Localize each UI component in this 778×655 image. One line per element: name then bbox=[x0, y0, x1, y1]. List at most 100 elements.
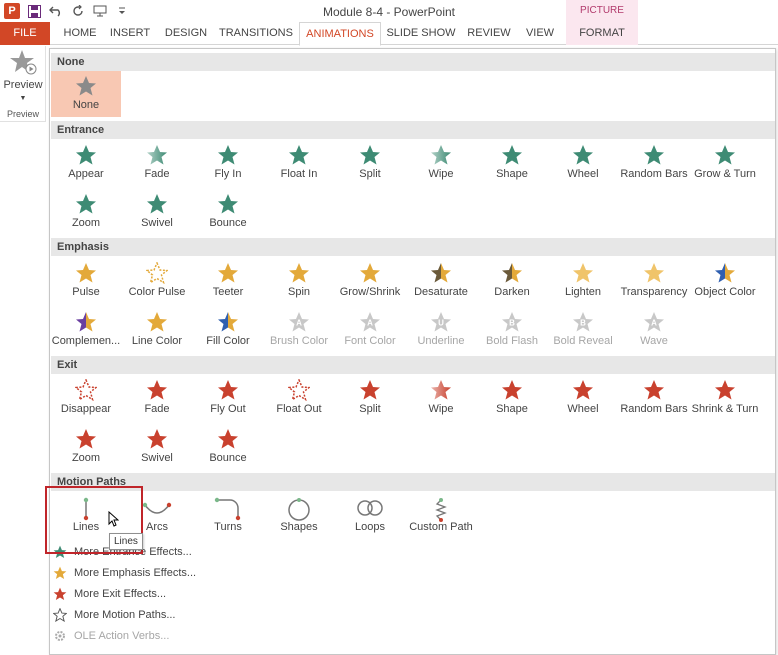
exit-effect-fly-out[interactable]: Fly Out bbox=[193, 375, 263, 421]
animation-gallery: None Entrance Emphasis Exit Motion Paths… bbox=[49, 48, 776, 655]
exit-effect-shrink-turn[interactable]: Shrink & Turn bbox=[690, 375, 760, 421]
effect-label: Object Color bbox=[694, 286, 756, 298]
emphasis-effect-font-color: A Font Color bbox=[335, 307, 405, 353]
motion-effect-turns[interactable]: Turns bbox=[193, 493, 263, 539]
tab-insert[interactable]: INSERT bbox=[108, 22, 152, 45]
entrance-effect-random-bars[interactable]: Random Bars bbox=[619, 140, 689, 186]
emphasis-effect-darken[interactable]: Darken bbox=[477, 258, 547, 304]
tab-design[interactable]: DESIGN bbox=[160, 22, 212, 45]
motion-effect-custom-path[interactable]: Custom Path bbox=[406, 493, 476, 539]
preview-button[interactable]: Preview ▼ bbox=[2, 48, 44, 104]
exit-effect-swivel[interactable]: Swivel bbox=[122, 424, 192, 470]
exit-effect-zoom[interactable]: Zoom bbox=[51, 424, 121, 470]
exit-effect-wheel[interactable]: Wheel bbox=[548, 375, 618, 421]
entrance-effect-fade[interactable]: Fade bbox=[122, 140, 192, 186]
emphasis-effect-wave: A Wave bbox=[619, 307, 689, 353]
emphasis-effect-underline: U Underline bbox=[406, 307, 476, 353]
entrance-effect-appear[interactable]: Appear bbox=[51, 140, 121, 186]
exit-effect-random-bars[interactable]: Random Bars bbox=[619, 375, 689, 421]
effect-label: Wipe bbox=[428, 168, 454, 180]
effect-label: Split bbox=[359, 168, 381, 180]
none-effect-none[interactable]: None bbox=[51, 71, 121, 117]
exit-effect-disappear[interactable]: Disappear bbox=[51, 375, 121, 421]
entrance-effect-shape[interactable]: Shape bbox=[477, 140, 547, 186]
effect-label: Appear bbox=[68, 168, 104, 180]
preview-star-icon bbox=[10, 50, 37, 75]
effect-label: Bounce bbox=[209, 452, 247, 464]
tab-format[interactable]: FORMAT bbox=[566, 22, 638, 45]
tab-file[interactable]: FILE bbox=[0, 22, 50, 45]
tab-slide-show[interactable]: SLIDE SHOW bbox=[386, 22, 456, 45]
motion-effect-loops[interactable]: Loops bbox=[335, 493, 405, 539]
effect-label: None bbox=[72, 99, 100, 111]
effect-label: Fade bbox=[144, 403, 170, 415]
emphasis-effect-object-color[interactable]: Object Color bbox=[690, 258, 760, 304]
emphasis-effect-line-color[interactable]: Line Color bbox=[122, 307, 192, 353]
exit-effect-shape[interactable]: Shape bbox=[477, 375, 547, 421]
svg-text:A: A bbox=[367, 319, 373, 328]
effect-label: Custom Path bbox=[409, 521, 473, 533]
section-header-entrance: Entrance bbox=[51, 121, 775, 139]
emphasis-effect-transparency[interactable]: Transparency bbox=[619, 258, 689, 304]
effect-label: Pulse bbox=[72, 286, 100, 298]
effect-label: Color Pulse bbox=[128, 286, 186, 298]
tab-transitions[interactable]: TRANSITIONS bbox=[218, 22, 294, 45]
entrance-effect-bounce[interactable]: Bounce bbox=[193, 189, 263, 235]
emphasis-effect-teeter[interactable]: Teeter bbox=[193, 258, 263, 304]
exit-effect-split[interactable]: Split bbox=[335, 375, 405, 421]
entrance-effect-split[interactable]: Split bbox=[335, 140, 405, 186]
entrance-effect-wipe[interactable]: Wipe bbox=[406, 140, 476, 186]
effect-label: Shapes bbox=[280, 521, 318, 533]
tab-view[interactable]: VIEW bbox=[522, 22, 558, 45]
section-header-exit: Exit bbox=[51, 356, 775, 374]
effect-label: Grow & Turn bbox=[694, 168, 756, 180]
effect-label: Teeter bbox=[212, 286, 244, 298]
more-link-more-exit-effects[interactable]: More Exit Effects... bbox=[52, 584, 252, 604]
more-link-more-motion-paths[interactable]: More Motion Paths... bbox=[52, 605, 252, 625]
motion-effect-shapes[interactable]: Shapes bbox=[264, 493, 334, 539]
entrance-effect-float-in[interactable]: Float In bbox=[264, 140, 334, 186]
emphasis-effect-desaturate[interactable]: Desaturate bbox=[406, 258, 476, 304]
effect-label: Zoom bbox=[71, 217, 101, 229]
entrance-effect-fly-in[interactable]: Fly In bbox=[193, 140, 263, 186]
emphasis-effect-pulse[interactable]: Pulse bbox=[51, 258, 121, 304]
title-bar: P Module 8-4 - PowerPoint PICTURE TOOLS bbox=[0, 0, 778, 38]
emphasis-effect-bold-flash: B Bold Flash bbox=[477, 307, 547, 353]
emphasis-effect-lighten[interactable]: Lighten bbox=[548, 258, 618, 304]
effect-label: Complemen... bbox=[51, 335, 121, 347]
effect-label: Turns bbox=[214, 521, 242, 533]
effect-label: Line Color bbox=[131, 335, 183, 347]
tab-review[interactable]: REVIEW bbox=[466, 22, 512, 45]
effect-label: Shrink & Turn bbox=[691, 403, 759, 415]
preview-label: Preview bbox=[3, 79, 43, 91]
effect-label: Spin bbox=[287, 286, 311, 298]
exit-effect-wipe[interactable]: Wipe bbox=[406, 375, 476, 421]
emphasis-effect-spin[interactable]: Spin bbox=[264, 258, 334, 304]
entrance-effect-zoom[interactable]: Zoom bbox=[51, 189, 121, 235]
effect-label: Float Out bbox=[276, 403, 322, 415]
svg-text:A: A bbox=[651, 319, 657, 328]
emphasis-effect-fill-color[interactable]: Fill Color bbox=[193, 307, 263, 353]
more-link-label: OLE Action Verbs... bbox=[74, 630, 170, 642]
ribbon-tabs: FILE HOME INSERT DESIGN TRANSITIONS ANIM… bbox=[0, 22, 778, 46]
star-icon bbox=[52, 607, 68, 623]
exit-effect-fade[interactable]: Fade bbox=[122, 375, 192, 421]
entrance-effect-swivel[interactable]: Swivel bbox=[122, 189, 192, 235]
emphasis-effect-complemen[interactable]: Complemen... bbox=[51, 307, 121, 353]
emphasis-effect-color-pulse[interactable]: Color Pulse bbox=[122, 258, 192, 304]
preview-group-label: Preview bbox=[6, 109, 39, 119]
exit-effect-bounce[interactable]: Bounce bbox=[193, 424, 263, 470]
more-link-label: More Emphasis Effects... bbox=[74, 567, 197, 579]
effect-label: Lighten bbox=[564, 286, 602, 298]
more-link-more-emphasis-effects[interactable]: More Emphasis Effects... bbox=[52, 563, 252, 583]
effect-label: Disappear bbox=[60, 403, 112, 415]
exit-effect-float-out[interactable]: Float Out bbox=[264, 375, 334, 421]
effect-label: Shape bbox=[496, 168, 528, 180]
tab-animations[interactable]: ANIMATIONS bbox=[299, 22, 381, 46]
tab-home[interactable]: HOME bbox=[55, 22, 105, 45]
svg-text:B: B bbox=[509, 319, 515, 328]
emphasis-effect-grow-shrink[interactable]: Grow/Shrink bbox=[335, 258, 405, 304]
entrance-effect-wheel[interactable]: Wheel bbox=[548, 140, 618, 186]
entrance-effect-grow-turn[interactable]: Grow & Turn bbox=[690, 140, 760, 186]
effect-label: Desaturate bbox=[414, 286, 468, 298]
